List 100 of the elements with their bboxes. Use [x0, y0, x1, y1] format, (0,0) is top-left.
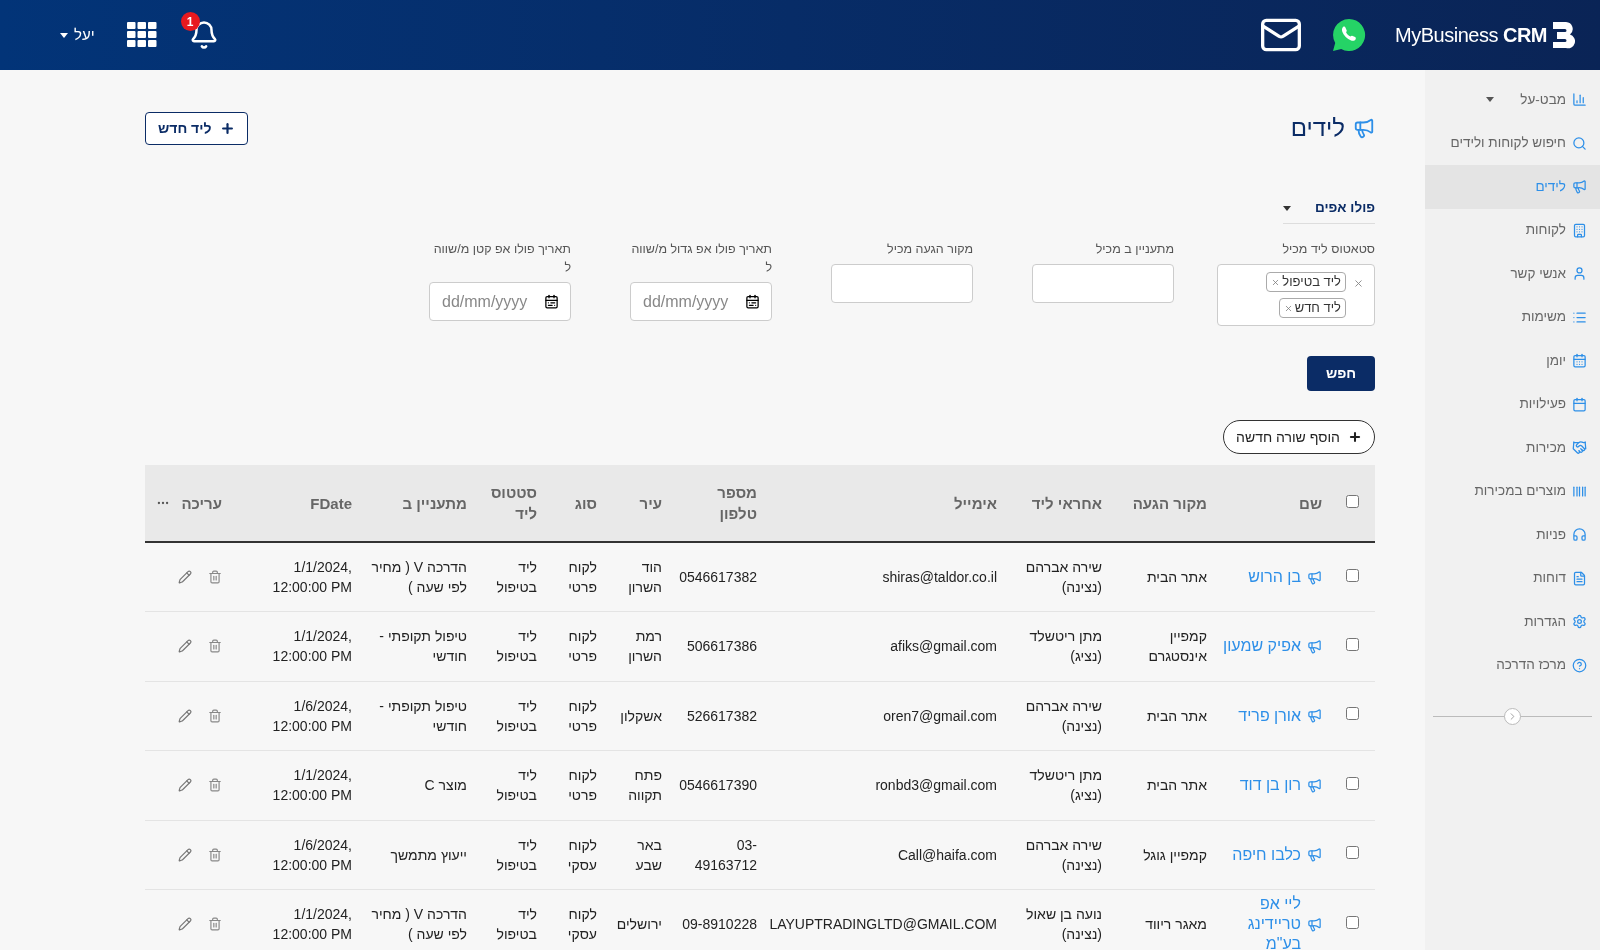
edit-icon[interactable] — [178, 917, 192, 932]
table-cell-text: הוד השרון — [627, 558, 662, 597]
column-header[interactable]: עריכה — [178, 492, 222, 514]
row-checkbox[interactable] — [1346, 846, 1359, 860]
field-label: מקור הגעה מכיל — [886, 241, 973, 258]
calendar-icon[interactable] — [544, 294, 559, 309]
column-header[interactable]: סוג — [553, 492, 597, 514]
sidebar-item[interactable]: משימות — [1425, 295, 1600, 339]
lead-name-link[interactable]: רון בן דוד — [1239, 775, 1301, 796]
table-cell-text: לקוח פרטי — [567, 627, 597, 667]
table-cell-text: 1/1/2024, 12:00:00 PM — [271, 627, 352, 667]
sidebar-item[interactable]: פניות — [1425, 513, 1600, 557]
apps-grid-icon[interactable] — [126, 22, 157, 48]
add-row-button[interactable]: הוסף שורה חדשה — [1223, 420, 1375, 454]
settings-icon — [1572, 614, 1587, 630]
table-cell-text: טיפול תקופתי - חודשי — [378, 627, 467, 667]
sidebar-item[interactable]: דוחות — [1425, 556, 1600, 600]
table-cell-text: הדרכה V ( מחיר לפי שעה ) — [370, 558, 467, 597]
caret-icon — [60, 32, 68, 38]
table-cell-text: שירה אברהם (נצינה) — [1024, 558, 1102, 597]
lead-name-link[interactable]: ליי אפ טריידינג בע"מ — [1223, 894, 1301, 950]
column-header[interactable]: מתעניין ב — [368, 492, 467, 514]
column-header[interactable]: שם — [1223, 492, 1322, 514]
sidebar-item[interactable]: מבט-על — [1425, 78, 1600, 122]
status-tag[interactable]: ליד חדש — [1278, 298, 1346, 318]
clear-icon[interactable] — [1353, 278, 1364, 289]
column-header[interactable]: מקור הגעה — [1118, 492, 1207, 514]
plus-icon — [219, 120, 235, 136]
sidebar-item[interactable]: חיפוש לקוחות ולידים — [1425, 121, 1600, 165]
column-header[interactable]: אחראי ליד — [1013, 492, 1102, 514]
table-cell-text: אשקלון — [620, 706, 662, 726]
sidebar-item[interactable]: אנשי קשר — [1425, 252, 1600, 296]
megaphone-icon — [1307, 916, 1322, 932]
sidebar-item[interactable]: מוצרים במכירות — [1425, 469, 1600, 513]
delete-icon[interactable] — [208, 847, 222, 862]
table-cell-text: לקוח פרטי — [567, 766, 597, 806]
megaphone-icon — [1353, 117, 1375, 139]
filter-field[interactable] — [1032, 264, 1174, 303]
view-dropdown[interactable]: פולו אפים — [1283, 194, 1375, 224]
plus-icon — [1348, 430, 1362, 444]
sidebar-item[interactable]: יומן — [1425, 339, 1600, 383]
edit-icon[interactable] — [178, 570, 192, 584]
whatsapp-icon[interactable] — [1331, 17, 1368, 53]
user-icon — [1572, 266, 1587, 282]
table-cell-text: מאגר ריווד — [1145, 915, 1207, 935]
edit-icon[interactable] — [178, 708, 192, 723]
table-cell-text: ronbd3@gmail.com — [875, 776, 997, 796]
column-header[interactable]: עיר — [613, 492, 662, 514]
calendar-icon[interactable] — [745, 294, 760, 309]
column-header[interactable]: אימייל — [773, 492, 997, 514]
lead-name-link[interactable]: אורן פריד — [1238, 705, 1301, 726]
delete-icon[interactable] — [208, 917, 222, 932]
table-cell-text: ליד בטיפול — [495, 835, 537, 875]
column-header[interactable]: מספר טלפון — [678, 482, 757, 524]
date-field[interactable]: dd/mm/yyyy — [429, 282, 571, 321]
table-cell-text: שירה אברהם (נצינה) — [1024, 835, 1102, 875]
delete-icon[interactable] — [208, 570, 222, 584]
filter-field[interactable] — [831, 264, 973, 303]
lead-name-link[interactable]: אפיק שמעון — [1223, 636, 1301, 657]
remove-icon[interactable] — [1271, 277, 1281, 287]
sidebar-item[interactable]: פעילויות — [1425, 382, 1600, 426]
column-header[interactable]: סטטוס ליד — [483, 482, 537, 524]
row-checkbox[interactable] — [1346, 637, 1359, 651]
delete-icon[interactable] — [208, 639, 222, 654]
new-lead-button[interactable]: ליד חדש — [145, 111, 248, 145]
table-cell-text: אתר הבית — [1146, 776, 1207, 796]
row-checkbox[interactable] — [1346, 776, 1359, 790]
date-field[interactable]: dd/mm/yyyy — [630, 282, 772, 321]
file-icon — [1572, 570, 1587, 586]
edit-icon[interactable] — [178, 639, 192, 654]
sidebar-item[interactable]: מרכז הדרכה — [1425, 643, 1600, 687]
sidebar-item[interactable]: מכירות — [1425, 426, 1600, 470]
remove-icon[interactable] — [1283, 303, 1293, 313]
table-cell-text: לקוח עסקי — [566, 835, 597, 875]
search-button[interactable]: חפש — [1307, 356, 1375, 391]
row-checkbox[interactable] — [1346, 568, 1359, 582]
brand-logo[interactable]: MyBusiness CRM — [1395, 20, 1575, 50]
column-header[interactable]: FDate — [238, 492, 352, 514]
edit-icon[interactable] — [178, 847, 192, 862]
table-cell-text: 03-49163712 — [693, 835, 757, 875]
row-checkbox[interactable] — [1346, 707, 1359, 721]
table-cell-text: קמפיין אינסטגרם — [1147, 627, 1207, 667]
sidebar-item[interactable]: לקוחות — [1425, 208, 1600, 252]
row-checkbox[interactable] — [1346, 915, 1359, 929]
table-cell-text: LAYUPTRADINGLTD@GMAIL.COM — [769, 915, 997, 935]
user-menu[interactable]: יעל — [60, 23, 95, 47]
lead-name-link[interactable]: כלבו חיפה — [1232, 844, 1301, 865]
megaphone-icon — [1307, 708, 1322, 724]
delete-icon[interactable] — [208, 708, 222, 723]
status-multiselect[interactable]: ליד בטיפול ליד חדש — [1217, 264, 1375, 326]
table-cell-text: לקוח עסקי — [566, 905, 597, 945]
edit-icon[interactable] — [178, 778, 192, 793]
delete-icon[interactable] — [208, 778, 222, 793]
sidebar-item[interactable]: לידים — [1425, 165, 1600, 209]
lead-name-link[interactable]: בן הרוש — [1248, 567, 1301, 587]
table-cell-text: קמפיין גוגל — [1143, 845, 1207, 865]
select-all-checkbox[interactable] — [1346, 494, 1359, 508]
table-cell-text: afiks@gmail.com — [890, 637, 997, 657]
status-tag[interactable]: ליד בטיפול — [1266, 272, 1346, 292]
sidebar-item[interactable]: הגדרות — [1425, 600, 1600, 644]
